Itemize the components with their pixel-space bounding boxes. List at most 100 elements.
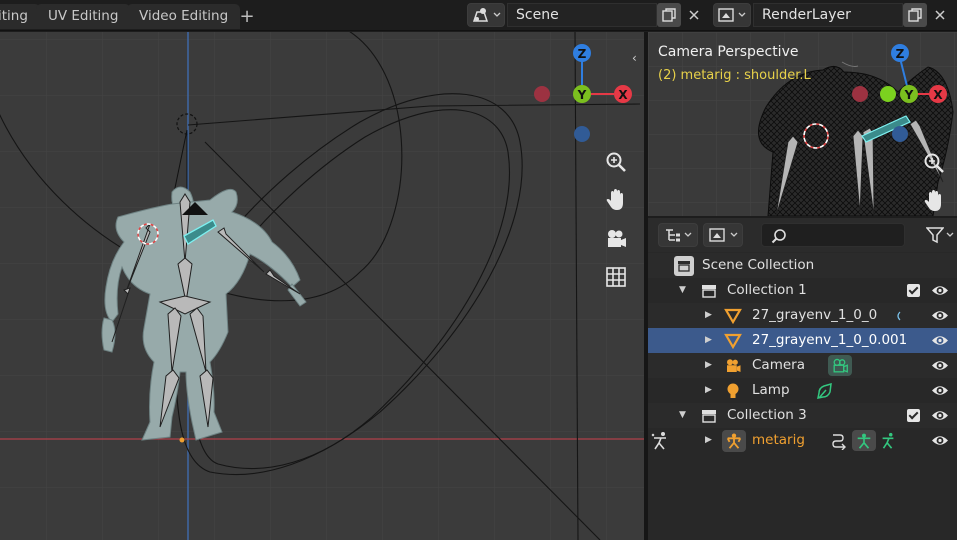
outliner-row-collection-1[interactable]: ▼ Collection 1 [648, 278, 957, 303]
delete-view-layer-button[interactable] [928, 3, 952, 27]
blender-window: iting UV Editing Video Editing + Scene R… [0, 0, 957, 540]
camera-icon [608, 230, 626, 247]
pose-data-icon[interactable] [879, 432, 897, 450]
armature-data-icon[interactable] [852, 430, 876, 451]
outliner-header [648, 218, 957, 252]
scene-name-field[interactable]: Scene [507, 3, 657, 27]
expand-arrow-icon[interactable]: ▶ [705, 303, 712, 328]
origin-point [179, 437, 185, 443]
camera-gizmo-neg-x[interactable] [852, 86, 868, 102]
collapse-arrow-icon[interactable]: ▼ [679, 403, 686, 428]
exclude-checkbox[interactable] [907, 284, 920, 297]
sidebar-toggle-icon[interactable]: ‹ [632, 50, 644, 66]
view-layer-selector-button[interactable] [713, 3, 751, 27]
close-icon [935, 10, 945, 20]
new-view-layer-button[interactable] [903, 3, 927, 27]
gizmo-neg-z[interactable] [574, 126, 590, 142]
filter-dropdown[interactable] [926, 224, 957, 246]
eye-icon[interactable] [931, 382, 949, 399]
eye-icon[interactable] [931, 357, 949, 374]
filter-icon [926, 227, 944, 244]
camera-object-icon [724, 357, 742, 375]
outliner-item-label: Lamp [752, 382, 790, 398]
scene-selector-button[interactable] [467, 3, 505, 27]
lamp-data-icon[interactable] [816, 382, 834, 400]
chevron-down-icon [946, 232, 954, 237]
camera-zoom-button[interactable] [919, 148, 949, 178]
camera-gizmo-z-label: Z [896, 47, 905, 61]
expand-arrow-icon[interactable]: ▶ [705, 328, 712, 353]
new-scene-button[interactable] [657, 3, 681, 27]
camera-pan-button[interactable] [919, 186, 949, 216]
chevron-down-icon [738, 12, 746, 17]
gizmo-x-label: X [618, 88, 628, 102]
mesh-icon [724, 307, 742, 325]
tab-uv-editing[interactable]: UV Editing [36, 4, 131, 29]
ortho-toggle-button[interactable] [600, 261, 632, 293]
outliner-row-mesh-2[interactable]: ▶ 27_grayenv_1_0_0.001 [648, 328, 957, 353]
outliner-row-mesh-1[interactable]: ▶ 27_grayenv_1_0_0 [648, 303, 957, 328]
pan-button[interactable] [600, 184, 632, 216]
hand-icon [924, 190, 941, 211]
eye-icon[interactable] [931, 332, 949, 349]
camera-data-icon[interactable] [828, 355, 852, 376]
zoom-button[interactable] [600, 146, 632, 178]
camera-gizmo-y-label: Y [904, 88, 914, 102]
eye-icon[interactable] [931, 432, 949, 449]
constraint-icon[interactable] [830, 432, 848, 450]
display-mode-dropdown[interactable] [658, 223, 698, 247]
outliner-row-collection-3[interactable]: ▼ Collection 3 [648, 403, 957, 428]
top-bar: iting UV Editing Video Editing + Scene R… [0, 0, 957, 31]
outliner-row-metarig[interactable]: ▶ metarig [648, 428, 957, 453]
tab-layout[interactable]: iting [0, 4, 40, 29]
search-icon [771, 229, 786, 244]
modifier-icon [897, 311, 901, 321]
camera-gizmo-neg-y[interactable] [880, 86, 896, 102]
camera-view-active-bone: (2) metarig : shoulder.L [658, 68, 811, 83]
camera-view-button[interactable] [600, 223, 632, 255]
expand-arrow-icon[interactable]: ▶ [705, 353, 712, 378]
render-layer-icon [718, 8, 734, 22]
delete-scene-button[interactable] [682, 3, 706, 27]
3d-viewport[interactable]: Z Y X ‹ [0, 32, 644, 540]
collection-icon [700, 282, 718, 300]
camera-preview-viewport[interactable]: Z Y X Camera Perspective (2) metarig : s… [648, 32, 957, 216]
viewport-canvas[interactable]: Z Y X [0, 32, 644, 540]
outliner-item-label: Collection 3 [727, 407, 807, 423]
collapse-arrow-icon[interactable]: ▼ [679, 278, 686, 303]
tab-label: Video Editing [139, 8, 229, 24]
outliner-item-label: Scene Collection [702, 257, 815, 273]
add-workspace-button[interactable]: + [236, 6, 258, 28]
expand-arrow-icon[interactable]: ▶ [705, 378, 712, 403]
outliner-row-lamp[interactable]: ▶ Lamp [648, 378, 957, 403]
view-layer-dropdown[interactable] [703, 223, 743, 247]
eye-icon[interactable] [931, 282, 949, 299]
eye-icon[interactable] [931, 307, 949, 324]
outliner-search-input[interactable] [761, 223, 905, 247]
camera-gizmo-neg-z[interactable] [892, 126, 908, 142]
outliner-item-label: Camera [752, 357, 805, 373]
gizmo-neg-x[interactable] [534, 86, 550, 102]
outliner-tree-icon [665, 229, 680, 242]
eye-icon[interactable] [931, 407, 949, 424]
scene-icon [472, 8, 489, 22]
duplicate-icon [662, 8, 676, 22]
hand-icon [606, 189, 623, 210]
view-layer-name-field[interactable]: RenderLayer [753, 3, 903, 27]
outliner-item-label: metarig [752, 432, 805, 448]
exclude-checkbox[interactable] [907, 409, 920, 422]
grid-icon [606, 267, 626, 287]
pose-mode-icon[interactable] [650, 431, 670, 451]
lamp-icon [724, 382, 742, 400]
chevron-down-icon [493, 12, 501, 17]
expand-arrow-icon[interactable]: ▶ [705, 428, 712, 453]
gizmo-y-label: Y [577, 88, 587, 102]
collection-icon [700, 407, 718, 425]
outliner-row-camera[interactable]: ▶ Camera [648, 353, 957, 378]
outliner-row-scene-collection[interactable]: Scene Collection [648, 253, 957, 278]
armature-icon [722, 430, 746, 452]
outliner-item-label: 27_grayenv_1_0_0 [752, 307, 878, 323]
tab-video-editing[interactable]: Video Editing [127, 4, 241, 29]
outliner-item-label: Collection 1 [727, 282, 807, 298]
render-layer-icon [708, 228, 725, 242]
